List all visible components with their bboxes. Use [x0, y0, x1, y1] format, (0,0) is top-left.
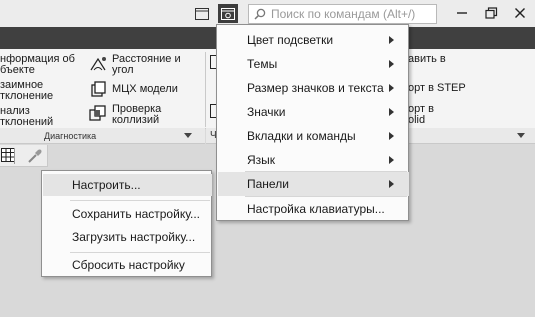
export-solid-label-2-partial[interactable]: olid — [408, 115, 425, 126]
tabs-commands-menu-item[interactable]: Вкладки и команды — [218, 124, 409, 148]
menu-item-label: Вкладки и команды — [247, 129, 356, 143]
menu-item-label: Язык — [247, 153, 276, 167]
menu-item-label: Размер значков и текста — [247, 81, 384, 95]
submenu-arrow-icon — [389, 132, 394, 140]
title-bar: Поиск по командам (Alt+/) — [0, 0, 535, 27]
collision-check-icon[interactable] — [89, 105, 106, 121]
diagnostics-group-label: Диагностика — [44, 131, 97, 141]
chevron-down-icon[interactable] — [184, 133, 192, 138]
search-placeholder: Поиск по командам (Alt+/) — [271, 7, 416, 21]
icons-menu-item[interactable]: Значки — [218, 100, 409, 124]
menu-item-label: Темы — [247, 57, 278, 71]
menu-separator — [70, 252, 210, 253]
distance-angle-label-2[interactable]: угол — [112, 65, 134, 76]
deviation-analysis-label-2[interactable]: тклонений — [0, 117, 53, 128]
panels-settings-icon — [221, 7, 235, 20]
menu-item-label: Настройка клавиатуры... — [247, 202, 385, 216]
collision-check-label-2[interactable]: коллизий — [112, 115, 159, 126]
close-icon — [515, 8, 525, 18]
minimize-button[interactable] — [449, 3, 475, 23]
language-menu-item[interactable]: Язык — [218, 148, 409, 172]
keyboard-settings-menu-item[interactable]: Настройка клавиатуры... — [218, 197, 409, 221]
save-settings-menu-item[interactable]: Сохранить настройку... — [43, 203, 212, 225]
toolbar-divider — [14, 148, 15, 164]
distance-angle-icon[interactable] — [89, 55, 106, 71]
eyedropper-icon[interactable] — [27, 148, 43, 169]
window-layout-icon — [195, 7, 209, 20]
panel-toolbar — [0, 145, 48, 167]
interface-settings-button[interactable] — [218, 4, 238, 23]
submenu-arrow-icon — [389, 108, 394, 116]
menu-item-label: Цвет подсветки — [247, 33, 334, 47]
load-settings-menu-item[interactable]: Загрузить настройку... — [43, 226, 212, 248]
diagnostics-group-footer: Диагностика — [0, 128, 205, 144]
submenu-arrow-icon — [389, 156, 394, 164]
customize-menu-item[interactable]: Настроить... — [43, 174, 212, 196]
reset-settings-menu-item[interactable]: Сбросить настройку — [43, 254, 212, 276]
toolbar-context-menu: Настроить... Сохранить настройку... Загр… — [41, 170, 212, 277]
themes-menu-item[interactable]: Темы — [218, 52, 409, 76]
submenu-arrow-icon — [389, 84, 394, 92]
ribbon-group-divider — [205, 52, 206, 127]
chevron-down-icon-2[interactable] — [517, 133, 525, 138]
submenu-arrow-icon — [389, 60, 394, 68]
mutual-deviation-label-2[interactable]: тклонение — [0, 91, 53, 102]
icon-text-size-menu-item[interactable]: Размер значков и текста — [218, 76, 409, 100]
mass-properties-icon[interactable] — [89, 81, 106, 97]
command-search-input[interactable]: Поиск по командам (Alt+/) — [248, 4, 437, 24]
menu-item-label: Значки — [247, 105, 286, 119]
panels-menu-item[interactable]: Панели — [218, 172, 409, 196]
search-icon — [254, 8, 266, 20]
mass-properties-label[interactable]: МЦХ модели — [112, 84, 178, 95]
menu-item-label: Панели — [247, 177, 289, 191]
object-info-label-2[interactable]: бъекте — [0, 65, 35, 76]
minimize-icon — [457, 12, 467, 14]
insert-label-partial[interactable]: авить в — [408, 54, 446, 65]
restore-icon — [484, 7, 497, 19]
interface-settings-dropdown: Цвет подсветки Темы Размер значков и тек… — [216, 24, 409, 221]
submenu-arrow-icon — [389, 36, 394, 44]
highlight-color-menu-item[interactable]: Цвет подсветки — [218, 28, 409, 52]
layout-toggle-button[interactable] — [192, 4, 212, 23]
restore-button[interactable] — [478, 3, 504, 23]
close-button[interactable] — [507, 3, 533, 23]
export-step-label-partial[interactable]: орт в STEP — [408, 83, 466, 94]
menu-separator — [70, 200, 210, 201]
submenu-arrow-icon — [389, 180, 394, 188]
